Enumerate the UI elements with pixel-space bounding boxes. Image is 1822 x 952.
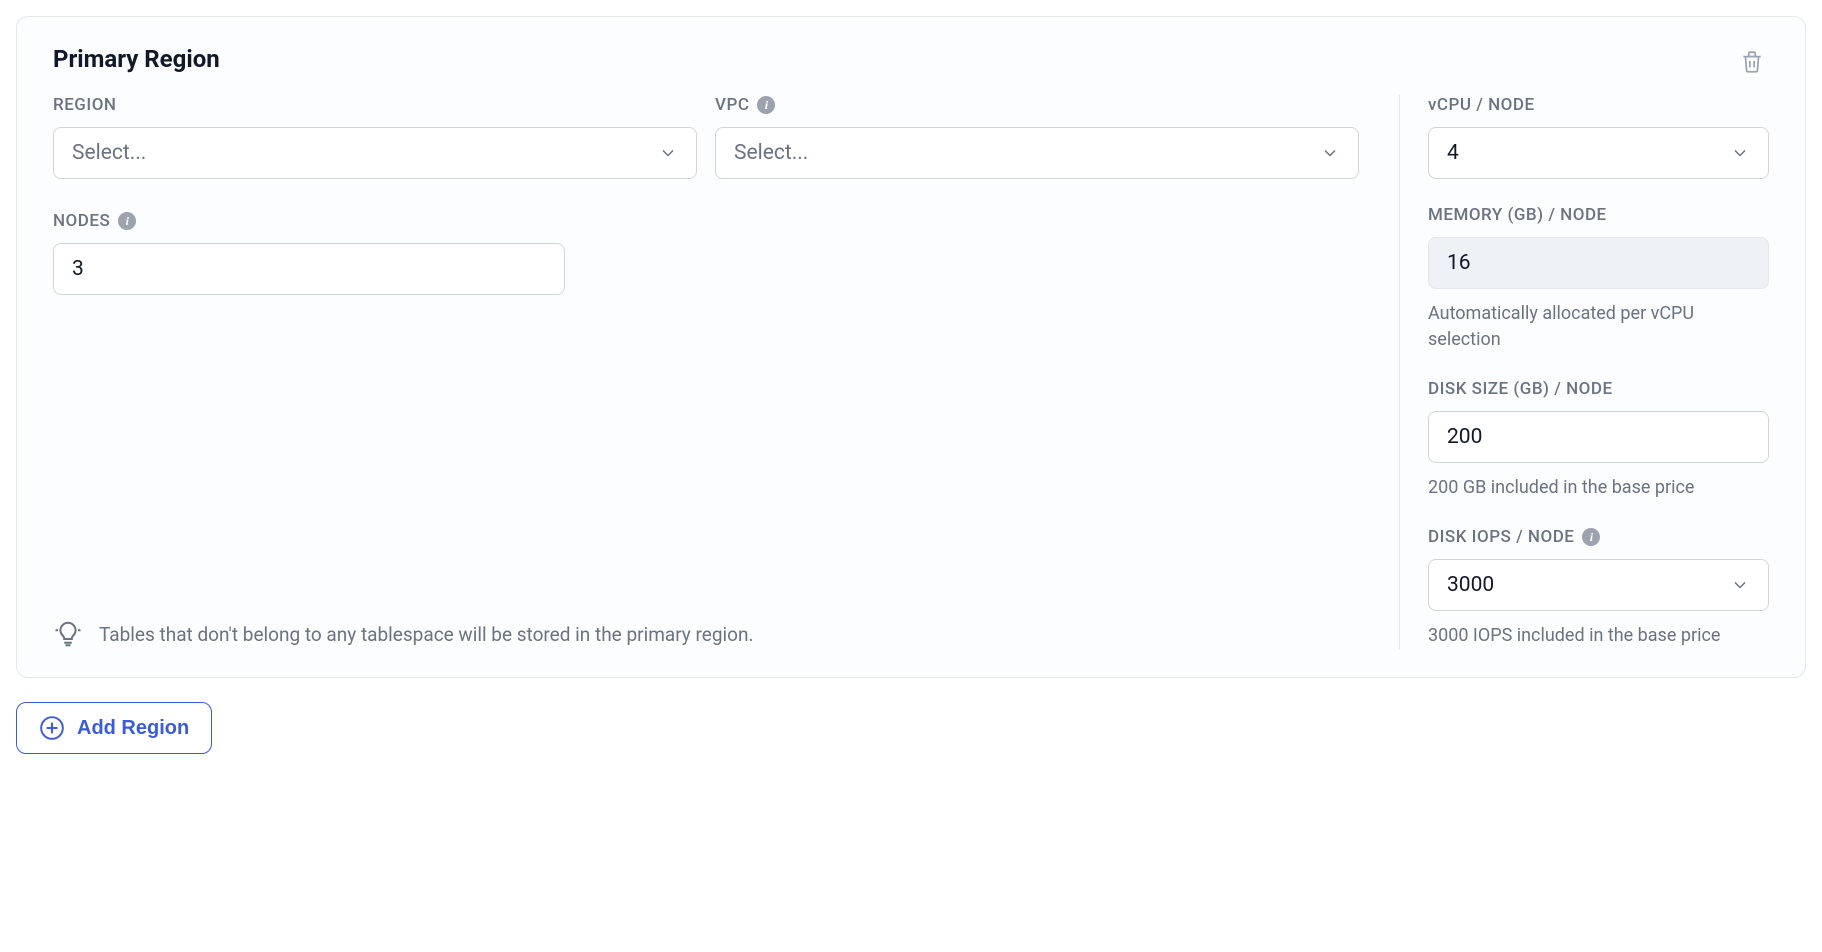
nodes-field: NODES i 3 bbox=[53, 211, 565, 579]
region-label-row: REGION bbox=[53, 95, 697, 115]
vpc-select[interactable]: Select... bbox=[715, 127, 1359, 179]
disk-iops-label: DISK IOPS / NODE bbox=[1428, 527, 1574, 547]
trash-icon bbox=[1739, 49, 1765, 75]
note-row: Tables that don't belong to any tablespa… bbox=[53, 579, 1359, 649]
add-region-button[interactable]: Add Region bbox=[16, 702, 212, 754]
region-field: REGION Select... bbox=[53, 95, 697, 179]
chevron-down-icon bbox=[1320, 143, 1340, 163]
nodes-value: 3 bbox=[72, 257, 84, 281]
nodes-input[interactable]: 3 bbox=[53, 243, 565, 295]
chevron-down-icon bbox=[658, 143, 678, 163]
lightbulb-icon bbox=[53, 619, 83, 649]
field-row-top: REGION Select... VPC i Select... bbox=[53, 95, 1359, 179]
chevron-down-icon bbox=[1730, 143, 1750, 163]
disk-size-input[interactable]: 200 bbox=[1428, 411, 1769, 463]
region-value: Select... bbox=[72, 141, 146, 165]
content-row: REGION Select... VPC i Select... bbox=[53, 95, 1769, 649]
info-icon[interactable]: i bbox=[1582, 528, 1600, 546]
card-header: Primary Region bbox=[53, 45, 1769, 95]
vpc-field: VPC i Select... bbox=[715, 95, 1359, 179]
vcpu-value: 4 bbox=[1447, 141, 1459, 165]
nodes-label-row: NODES i bbox=[53, 211, 565, 231]
add-region-label: Add Region bbox=[77, 717, 189, 740]
primary-region-card: Primary Region REGION Select... bbox=[16, 16, 1806, 678]
disk-iops-select[interactable]: 3000 bbox=[1428, 559, 1769, 611]
info-icon[interactable]: i bbox=[118, 212, 136, 230]
memory-field: MEMORY (GB) / NODE 16 Automatically allo… bbox=[1428, 205, 1769, 353]
disk-iops-label-row: DISK IOPS / NODE i bbox=[1428, 527, 1769, 547]
delete-region-button[interactable] bbox=[1735, 45, 1769, 82]
disk-size-label-row: DISK SIZE (GB) / NODE bbox=[1428, 379, 1769, 399]
vpc-value: Select... bbox=[734, 141, 808, 165]
nodes-label: NODES bbox=[53, 211, 110, 231]
primary-region-note: Tables that don't belong to any tablespa… bbox=[99, 623, 753, 646]
chevron-down-icon bbox=[1730, 575, 1750, 595]
memory-label: MEMORY (GB) / NODE bbox=[1428, 205, 1607, 225]
disk-iops-value: 3000 bbox=[1447, 573, 1494, 597]
vcpu-field: vCPU / NODE 4 bbox=[1428, 95, 1769, 179]
disk-size-helper: 200 GB included in the base price bbox=[1428, 475, 1769, 501]
disk-size-value: 200 bbox=[1447, 425, 1482, 449]
memory-helper: Automatically allocated per vCPU selecti… bbox=[1428, 301, 1769, 353]
disk-iops-helper: 3000 IOPS included in the base price bbox=[1428, 623, 1769, 649]
plus-circle-icon bbox=[39, 715, 65, 741]
left-column: REGION Select... VPC i Select... bbox=[53, 95, 1399, 649]
info-icon[interactable]: i bbox=[757, 96, 775, 114]
vcpu-select[interactable]: 4 bbox=[1428, 127, 1769, 179]
region-label: REGION bbox=[53, 95, 116, 115]
memory-value: 16 bbox=[1447, 251, 1471, 275]
vcpu-label: vCPU / NODE bbox=[1428, 95, 1535, 115]
disk-size-label: DISK SIZE (GB) / NODE bbox=[1428, 379, 1613, 399]
memory-input: 16 bbox=[1428, 237, 1769, 289]
card-title: Primary Region bbox=[53, 45, 220, 73]
vpc-label: VPC bbox=[715, 95, 749, 115]
memory-label-row: MEMORY (GB) / NODE bbox=[1428, 205, 1769, 225]
disk-size-field: DISK SIZE (GB) / NODE 200 200 GB include… bbox=[1428, 379, 1769, 501]
vpc-label-row: VPC i bbox=[715, 95, 1359, 115]
region-select[interactable]: Select... bbox=[53, 127, 697, 179]
right-column: vCPU / NODE 4 MEMORY (GB) / NODE 16 Auto… bbox=[1399, 95, 1769, 649]
disk-iops-field: DISK IOPS / NODE i 3000 3000 IOPS includ… bbox=[1428, 527, 1769, 649]
vcpu-label-row: vCPU / NODE bbox=[1428, 95, 1769, 115]
